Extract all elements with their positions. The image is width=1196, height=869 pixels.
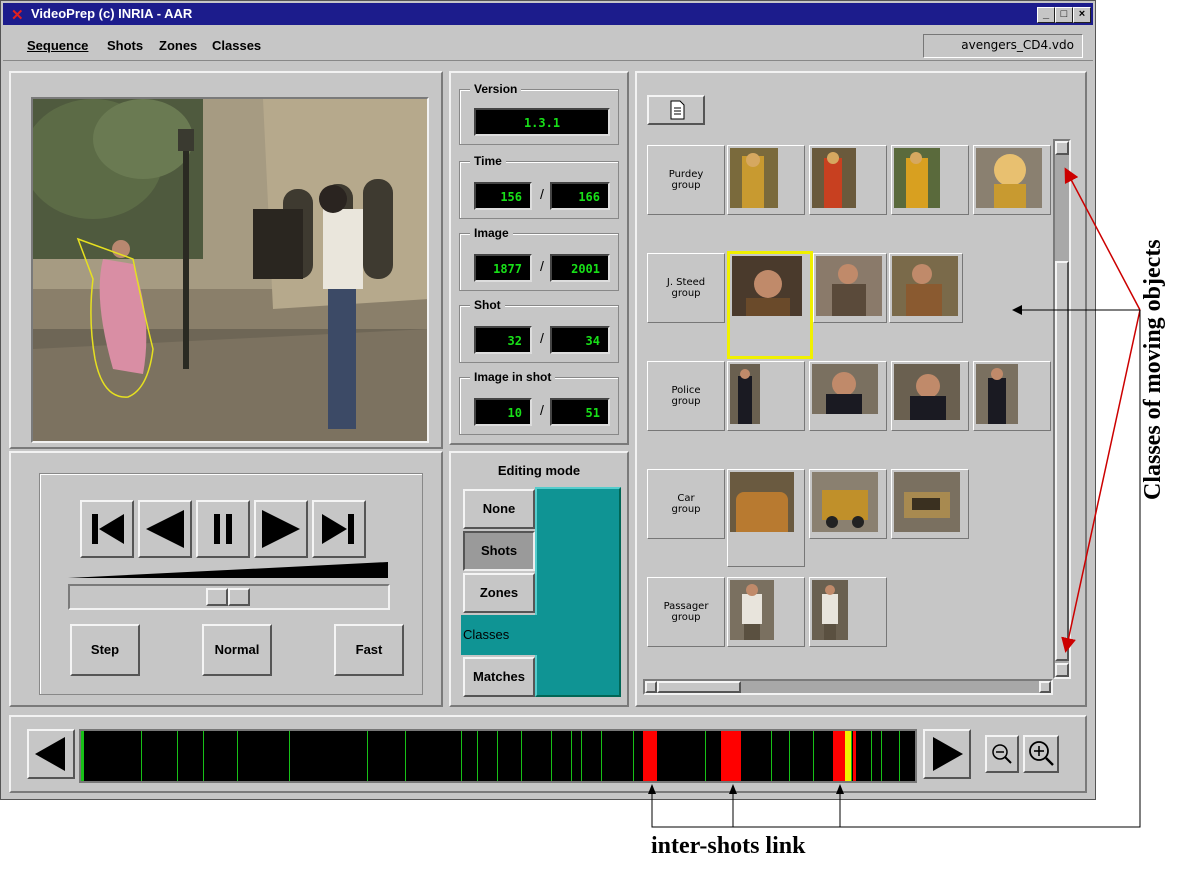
classes-annotation: Classes of moving objects (1140, 239, 1166, 500)
inter-shots-link-annotation: inter-shots link (651, 833, 806, 859)
annotation-arrows (648, 167, 1141, 828)
